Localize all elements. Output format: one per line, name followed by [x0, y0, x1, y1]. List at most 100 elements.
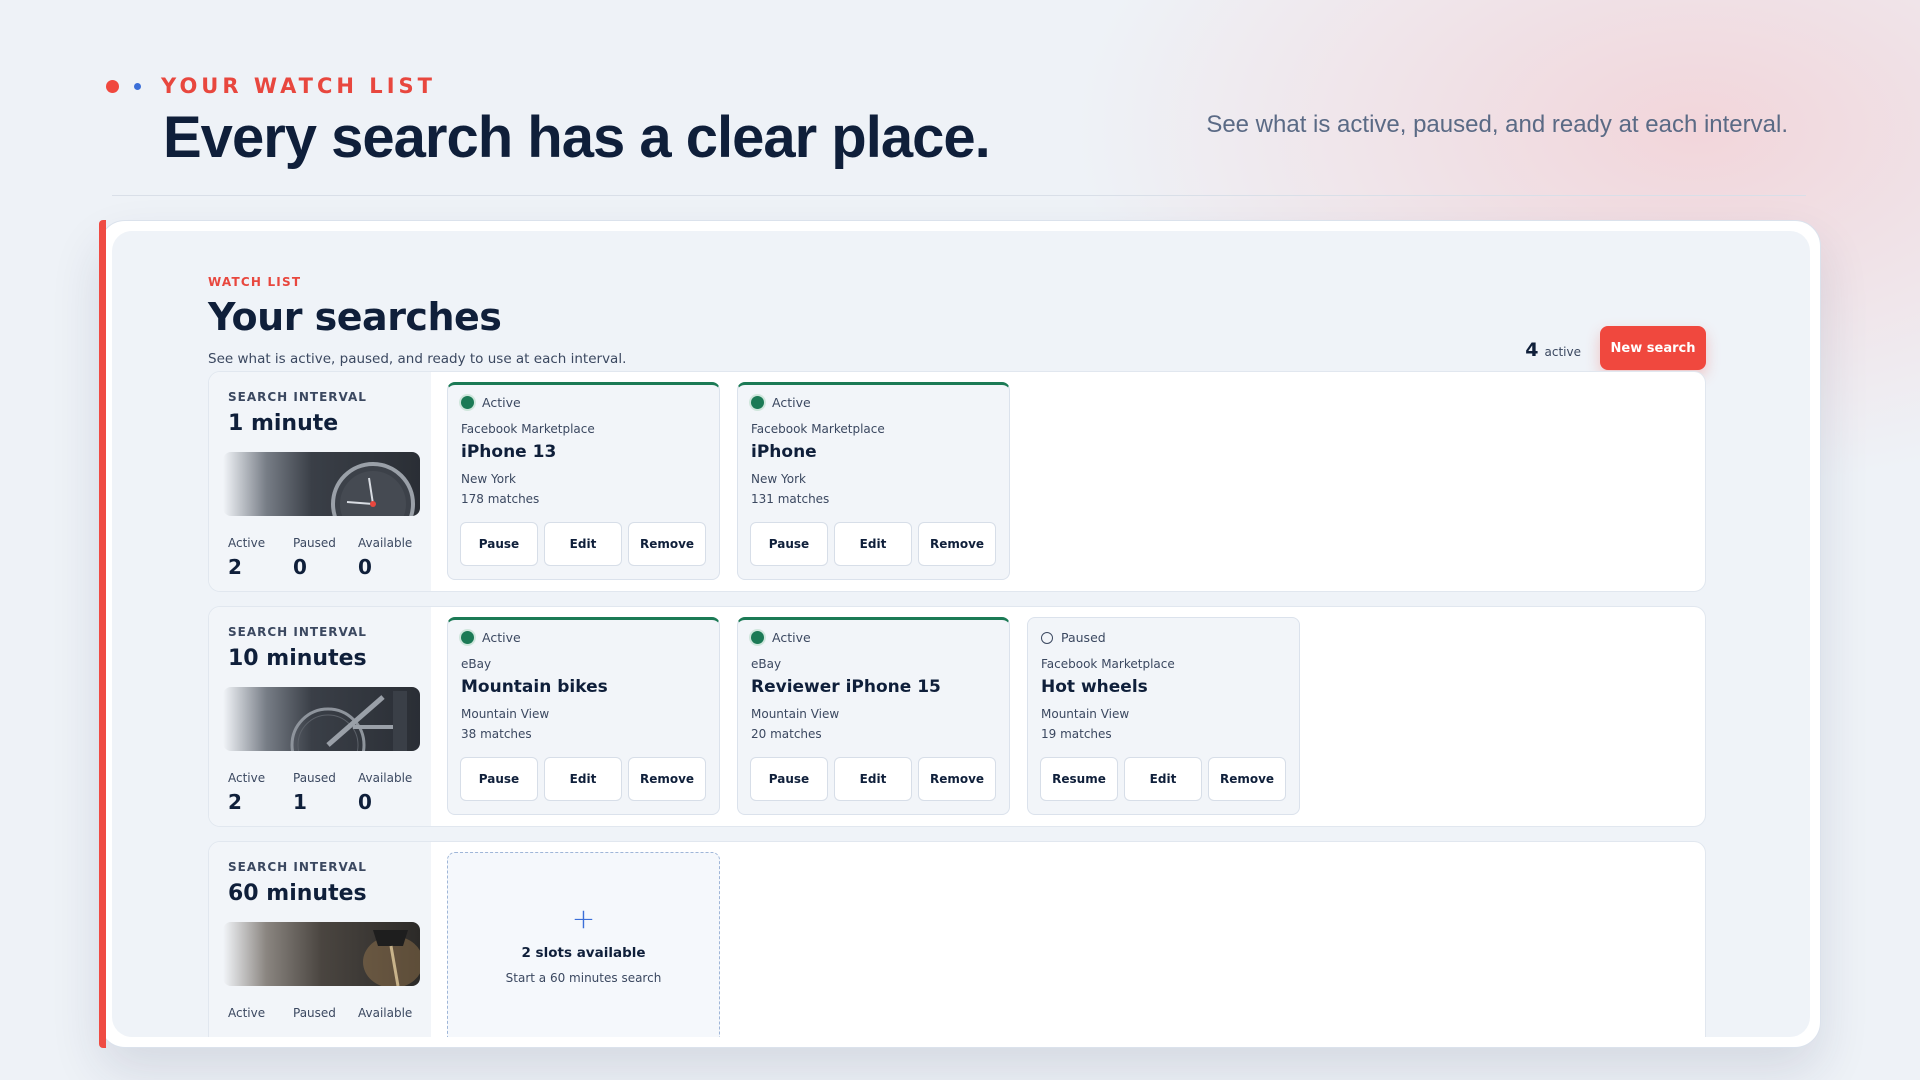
stat-available-value: 0: [358, 555, 372, 579]
platform-label: Facebook Marketplace: [461, 422, 595, 436]
platform-label: Facebook Marketplace: [751, 422, 885, 436]
platform-label: eBay: [751, 657, 782, 671]
page-subtitle: See what is active, paused, and ready to…: [208, 351, 627, 367]
search-card: Active Facebook Marketplace iPhone New Y…: [737, 382, 1010, 580]
hero-title: Every search has a clear place.: [163, 105, 991, 170]
pause-button[interactable]: Pause: [460, 757, 538, 801]
pause-button[interactable]: Pause: [750, 522, 828, 566]
stat-available-label: Available: [358, 1006, 413, 1020]
search-card: Active Facebook Marketplace iPhone 13 Ne…: [447, 382, 720, 580]
status-label: Active: [482, 395, 521, 410]
page-title: Your searches: [208, 295, 502, 339]
match-count: 38 matches: [461, 727, 532, 741]
active-status-icon: [461, 396, 474, 409]
add-search-slot[interactable]: + 2 slots available Start a 60 minutes s…: [447, 852, 720, 1037]
interval-row-10-minutes: SEARCH INTERVAL 10 minutes Active 2 Paus…: [208, 606, 1706, 827]
search-title: iPhone 13: [461, 442, 557, 462]
lamp-image: [223, 922, 420, 986]
window-accent-bar: [99, 220, 106, 1048]
remove-button[interactable]: Remove: [628, 522, 706, 566]
hero-divider: [112, 195, 1806, 196]
new-search-button[interactable]: New search: [1600, 326, 1706, 370]
match-count: 178 matches: [461, 492, 540, 506]
stat-paused-value: 0: [293, 555, 307, 579]
location-label: Mountain View: [751, 707, 840, 721]
location-label: Mountain View: [461, 707, 550, 721]
remove-button[interactable]: Remove: [918, 757, 996, 801]
search-card: Active eBay Reviewer iPhone 15 Mountain …: [737, 617, 1010, 815]
active-count-number: 4: [1525, 339, 1539, 361]
paused-status-icon: [1041, 631, 1053, 644]
interval-stats: Active 2 Paused 1 Available 0: [228, 771, 423, 814]
status-label: Paused: [1061, 630, 1106, 645]
stat-active-label: Active: [228, 536, 266, 550]
edit-button[interactable]: Edit: [834, 522, 912, 566]
slot-title: 2 slots available: [521, 945, 646, 961]
stat-active-value: 2: [228, 555, 242, 579]
match-count: 20 matches: [751, 727, 822, 741]
search-title: Mountain bikes: [461, 677, 608, 697]
interval-stats: Active Paused Available: [228, 1006, 423, 1020]
search-card: Active eBay Mountain bikes Mountain View…: [447, 617, 720, 815]
match-count: 19 matches: [1041, 727, 1112, 741]
interval-summary: SEARCH INTERVAL 60 minutes Active Paused…: [209, 842, 431, 1037]
interval-value: 60 minutes: [228, 881, 367, 906]
interval-summary: SEARCH INTERVAL 1 minute Active 2 Paused…: [209, 372, 431, 591]
pause-button[interactable]: Pause: [460, 522, 538, 566]
search-card-paused: Paused Facebook Marketplace Hot wheels M…: [1027, 617, 1300, 815]
stat-available-value: 0: [358, 790, 372, 814]
stat-paused-value: 1: [293, 790, 307, 814]
bicycle-image: [223, 687, 420, 751]
stat-active-label: Active: [228, 771, 266, 785]
stopwatch-image: [223, 452, 420, 516]
page-eyebrow: WATCH LIST: [208, 275, 302, 289]
search-title: Reviewer iPhone 15: [751, 677, 941, 697]
interval-label: SEARCH INTERVAL: [228, 625, 367, 639]
interval-stats: Active 2 Paused 0 Available 0: [228, 536, 423, 579]
stat-paused-label: Paused: [293, 1006, 336, 1020]
status-label: Active: [772, 630, 811, 645]
search-title: iPhone: [751, 442, 817, 462]
interval-value: 10 minutes: [228, 646, 367, 671]
match-count: 131 matches: [751, 492, 830, 506]
stat-paused-label: Paused: [293, 536, 336, 550]
plus-icon: +: [571, 902, 596, 935]
active-count-label: active: [1544, 345, 1581, 359]
status-label: Active: [772, 395, 811, 410]
interval-row-1-minute: SEARCH INTERVAL 1 minute Active 2 Paused…: [208, 371, 1706, 592]
platform-label: eBay: [461, 657, 492, 671]
interval-label: SEARCH INTERVAL: [228, 390, 367, 404]
platform-label: Facebook Marketplace: [1041, 657, 1175, 671]
interval-value: 1 minute: [228, 411, 339, 436]
active-status-icon: [751, 631, 764, 644]
hero-eyebrow-row: YOUR WATCH LIST: [106, 74, 436, 98]
edit-button[interactable]: Edit: [544, 522, 622, 566]
location-label: New York: [461, 472, 516, 486]
slot-subtitle: Start a 60 minutes search: [505, 971, 662, 985]
red-dot-icon: [106, 79, 119, 93]
active-count: 4 active: [1525, 339, 1581, 361]
blue-dot-icon: [134, 82, 141, 90]
location-label: Mountain View: [1041, 707, 1130, 721]
edit-button[interactable]: Edit: [544, 757, 622, 801]
remove-button[interactable]: Remove: [628, 757, 706, 801]
remove-button[interactable]: Remove: [1208, 757, 1286, 801]
active-status-icon: [751, 396, 764, 409]
stat-paused-label: Paused: [293, 771, 336, 785]
resume-button[interactable]: Resume: [1040, 757, 1118, 801]
app-window: WATCH LIST Your searches See what is act…: [99, 220, 1821, 1048]
stat-active-value: 2: [228, 790, 242, 814]
remove-button[interactable]: Remove: [918, 522, 996, 566]
edit-button[interactable]: Edit: [1124, 757, 1202, 801]
interval-row-60-minutes: SEARCH INTERVAL 60 minutes Active Paused…: [208, 841, 1706, 1037]
interval-summary: SEARCH INTERVAL 10 minutes Active 2 Paus…: [209, 607, 431, 826]
app-content: WATCH LIST Your searches See what is act…: [112, 231, 1810, 1037]
pause-button[interactable]: Pause: [750, 757, 828, 801]
interval-label: SEARCH INTERVAL: [228, 860, 367, 874]
hero-eyebrow: YOUR WATCH LIST: [161, 74, 436, 98]
edit-button[interactable]: Edit: [834, 757, 912, 801]
hero-subtitle: See what is active, paused, and ready at…: [1206, 111, 1788, 138]
search-title: Hot wheels: [1041, 677, 1148, 697]
status-label: Active: [482, 630, 521, 645]
stat-active-label: Active: [228, 1006, 266, 1020]
